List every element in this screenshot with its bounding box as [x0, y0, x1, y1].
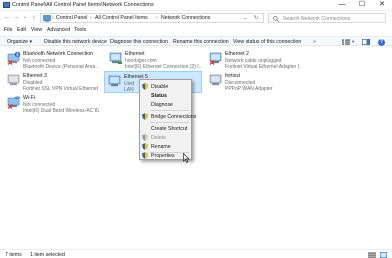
maximize-button[interactable]: ☐: [352, 0, 372, 10]
connection-ethernet[interactable]: Ethernet hoorbiger.com Intel(R) Ethernet…: [106, 49, 202, 71]
menu-item-label: Disable: [151, 83, 169, 90]
refresh-icon[interactable]: ↻: [254, 15, 258, 21]
navigation-bar: ← → ⌄ ↑ › Control Panel › All Control Pa…: [0, 11, 392, 25]
context-menu-create-shortcut[interactable]: Create Shortcut: [140, 124, 191, 133]
dialup-adapter-icon: [209, 74, 222, 86]
search-input[interactable]: Search Network Connections: [268, 13, 386, 23]
rename-connection-button[interactable]: Rename this connection: [173, 39, 229, 45]
connections-list: Bluetooth Network Connection Not connect…: [0, 47, 392, 247]
menu-item-label: Rename: [151, 143, 171, 150]
context-menu-diagnose[interactable]: Diagnose: [140, 100, 191, 109]
connection-device: Intel(R) Ethernet Connection (2) I...: [125, 63, 201, 70]
network-folder-icon: [3, 2, 10, 8]
uac-shield-icon: [142, 134, 148, 141]
view-status-button[interactable]: View status of this connection: [233, 39, 301, 45]
item-count: 7 items: [5, 251, 22, 258]
close-button[interactable]: ✕: [372, 0, 392, 10]
selection-count: 1 item selected: [30, 251, 65, 258]
context-menu-disable[interactable]: Disable: [140, 82, 191, 91]
view-dropdown-icon[interactable]: ▾: [352, 39, 354, 45]
tiles-view-icon[interactable]: [380, 251, 387, 258]
menu-bar: File Edit View Advanced Tools: [0, 27, 392, 35]
context-menu: Disable Status Diagnose Bridge Connectio…: [139, 79, 196, 160]
address-dropdown-icon[interactable]: ⌄: [243, 15, 247, 21]
breadcrumb-separator-icon: ›: [52, 15, 54, 21]
search-placeholder: Search Network Connections: [283, 15, 351, 22]
ethernet-adapter-icon: [209, 52, 222, 65]
uac-shield-icon: [142, 143, 148, 150]
connection-device: Bluetooth Device (Personal Area ...: [23, 63, 99, 70]
context-menu-bridge-connections[interactable]: Bridge Connections: [140, 112, 196, 121]
context-menu-delete[interactable]: Delete: [140, 133, 191, 142]
menu-edit[interactable]: Edit: [17, 27, 26, 33]
command-bar: Organize ▾ Disable this network device D…: [0, 36, 392, 46]
breadcrumb-control-panel[interactable]: Control Panel: [56, 15, 87, 21]
connection-name: Bluetooth Network Connection: [23, 51, 94, 57]
ethernet-adapter-icon: [109, 52, 122, 64]
up-arrow-icon[interactable]: ↑: [30, 13, 38, 22]
disabled-adapter-icon: [7, 74, 20, 86]
menu-item-label: Diagnose: [151, 101, 173, 108]
more-commands-button[interactable]: »: [313, 39, 316, 45]
context-menu-rename[interactable]: Rename: [140, 142, 191, 151]
mouse-pointer-icon: [183, 153, 190, 163]
uac-shield-icon: [142, 113, 148, 120]
menu-separator: [150, 110, 189, 111]
control-panel-icon: [43, 15, 51, 22]
address-bar[interactable]: › Control Panel › All Control Panel Item…: [40, 13, 264, 23]
ethernet-adapter-icon: [108, 75, 121, 87]
connection-device: Intel(R) Dual Band Wireless-AC 82...: [23, 107, 99, 114]
connection-name: Wi-Fi: [23, 95, 36, 101]
organize-button[interactable]: Organize ▾: [7, 39, 32, 45]
window-title: Control Panel\All Control Panel Items\Ne…: [12, 2, 154, 8]
menu-separator: [150, 122, 189, 123]
menu-advanced[interactable]: Advanced: [47, 27, 70, 33]
connection-name: Ethernet: [125, 51, 145, 57]
connection-wifi[interactable]: Wi-Fi Not connected Intel(R) Dual Band W…: [4, 93, 100, 115]
context-menu-status[interactable]: Status: [140, 91, 191, 100]
bluetooth-adapter-icon: [7, 51, 21, 65]
uac-shield-icon: [142, 83, 148, 90]
connection-name: Ethernet 3: [23, 73, 47, 79]
menu-item-label: Create Shortcut: [151, 125, 188, 132]
connection-device: Fortinet SSL VPN Virtual Ethernet ...: [23, 85, 99, 92]
menu-view[interactable]: View: [31, 27, 42, 33]
menu-item-label: Bridge Connections: [151, 113, 197, 120]
minimize-button[interactable]: —: [332, 0, 352, 10]
connection-device: LAN: [124, 86, 134, 93]
connection-bluetooth[interactable]: Bluetooth Network Connection Not connect…: [4, 49, 100, 71]
menu-item-label: Properties: [151, 152, 175, 159]
breadcrumb-network-connections[interactable]: Network Connections: [161, 15, 210, 21]
menu-item-label: Status: [151, 92, 167, 99]
forward-arrow-icon[interactable]: →: [12, 13, 20, 22]
preview-pane-icon[interactable]: [362, 39, 370, 45]
change-view-icon[interactable]: [342, 39, 352, 45]
uac-shield-icon: [142, 152, 148, 159]
breadcrumb-separator-icon: ›: [156, 15, 158, 21]
breadcrumb-separator-icon: ›: [90, 15, 92, 21]
diagnose-connection-button[interactable]: Diagnose this connection: [110, 39, 168, 45]
disable-device-button[interactable]: Disable this network device: [44, 39, 107, 45]
connection-device: Fortinet Virtual Ethernet Adapter (...: [225, 63, 301, 70]
search-icon: [273, 16, 279, 22]
recent-dropdown-icon[interactable]: ⌄: [21, 13, 29, 22]
connection-ethernet-3[interactable]: Ethernet 3 Disabled Fortinet SSL VPN Vir…: [4, 71, 100, 93]
details-view-icon[interactable]: [368, 252, 376, 258]
menu-file[interactable]: File: [4, 27, 12, 33]
breadcrumb-all-items[interactable]: All Control Panel Items: [95, 15, 148, 21]
menu-item-label: Delete: [151, 134, 166, 141]
menu-tools[interactable]: Tools: [74, 27, 86, 33]
connection-name: Ethernet 2: [225, 51, 249, 57]
connection-ethernet-2[interactable]: Ethernet 2 Network cable unplugged Forti…: [206, 49, 302, 71]
help-icon[interactable]: ?: [378, 38, 385, 46]
status-bar: 7 items 1 item selected: [0, 249, 392, 258]
title-bar: Control Panel\All Control Panel Items\Ne…: [0, 0, 392, 11]
wifi-adapter-icon: [7, 96, 21, 109]
back-arrow-icon[interactable]: ←: [3, 13, 11, 22]
connection-fortissl[interactable]: fortissl Disconnected PPPoP WAN Adapter: [206, 71, 302, 93]
connection-device: PPPoP WAN Adapter: [225, 85, 273, 92]
connection-name: fortissl: [225, 73, 240, 79]
